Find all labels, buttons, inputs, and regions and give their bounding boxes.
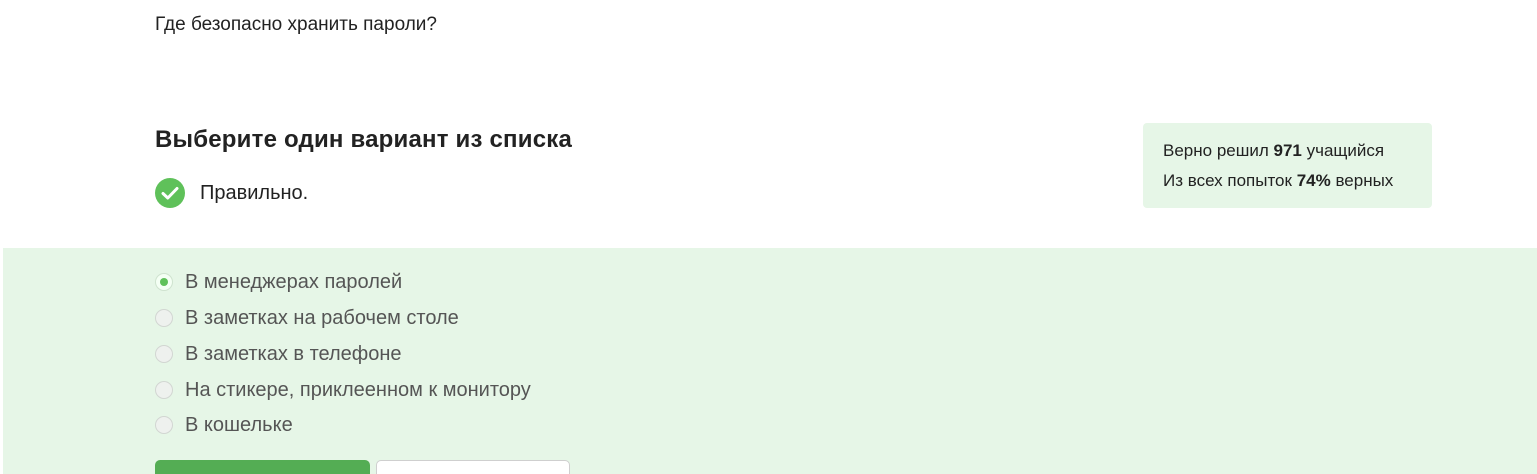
question-text: Где безопасно хранить пароли? (155, 14, 437, 35)
solved-count-line: Верно решил 971 учащийся (1163, 139, 1432, 169)
check-circle-icon (155, 178, 185, 208)
success-rate: 74% (1296, 171, 1331, 190)
option-label: На стикере, приклеенном к монитору (185, 378, 531, 401)
secondary-button[interactable] (376, 460, 570, 474)
radio-selected-dot (160, 278, 168, 286)
success-rate-line: Из всех попыток 74% верных (1163, 169, 1432, 199)
radio-button[interactable] (155, 345, 173, 363)
quiz-page: Где безопасно хранить пароли? Выберите о… (0, 0, 1537, 474)
radio-button[interactable] (155, 416, 173, 434)
option-label: В заметках на рабочем столе (185, 306, 459, 329)
answers-area: В менеджерах паролей В заметках на рабоч… (3, 248, 1537, 474)
solved-suffix: учащийся (1306, 141, 1385, 160)
stats-panel: Верно решил 971 учащийся Из всех попыток… (1143, 123, 1432, 208)
rate-prefix: Из всех попыток (1163, 171, 1292, 190)
solved-prefix: Верно решил (1163, 141, 1269, 160)
submit-button[interactable] (155, 460, 370, 474)
option-label: В заметках в телефоне (185, 342, 402, 365)
answer-option[interactable]: В менеджерах паролей (155, 270, 402, 294)
rate-suffix: верных (1335, 171, 1394, 190)
answer-option[interactable]: На стикере, приклеенном к монитору (155, 378, 531, 402)
answer-option[interactable]: В заметках в телефоне (155, 342, 402, 366)
option-label: В менеджерах паролей (185, 270, 403, 293)
radio-button[interactable] (155, 309, 173, 327)
answer-option[interactable]: В кошельке (155, 413, 293, 437)
radio-button[interactable] (155, 381, 173, 399)
status-text: Правильно. (200, 181, 309, 204)
solved-count: 971 (1273, 141, 1302, 160)
option-label: В кошельке (185, 413, 293, 436)
answer-status: Правильно. (155, 178, 308, 208)
answer-option[interactable]: В заметках на рабочем столе (155, 306, 459, 330)
radio-button[interactable] (155, 273, 173, 291)
task-title: Выберите один вариант из списка (155, 126, 573, 153)
